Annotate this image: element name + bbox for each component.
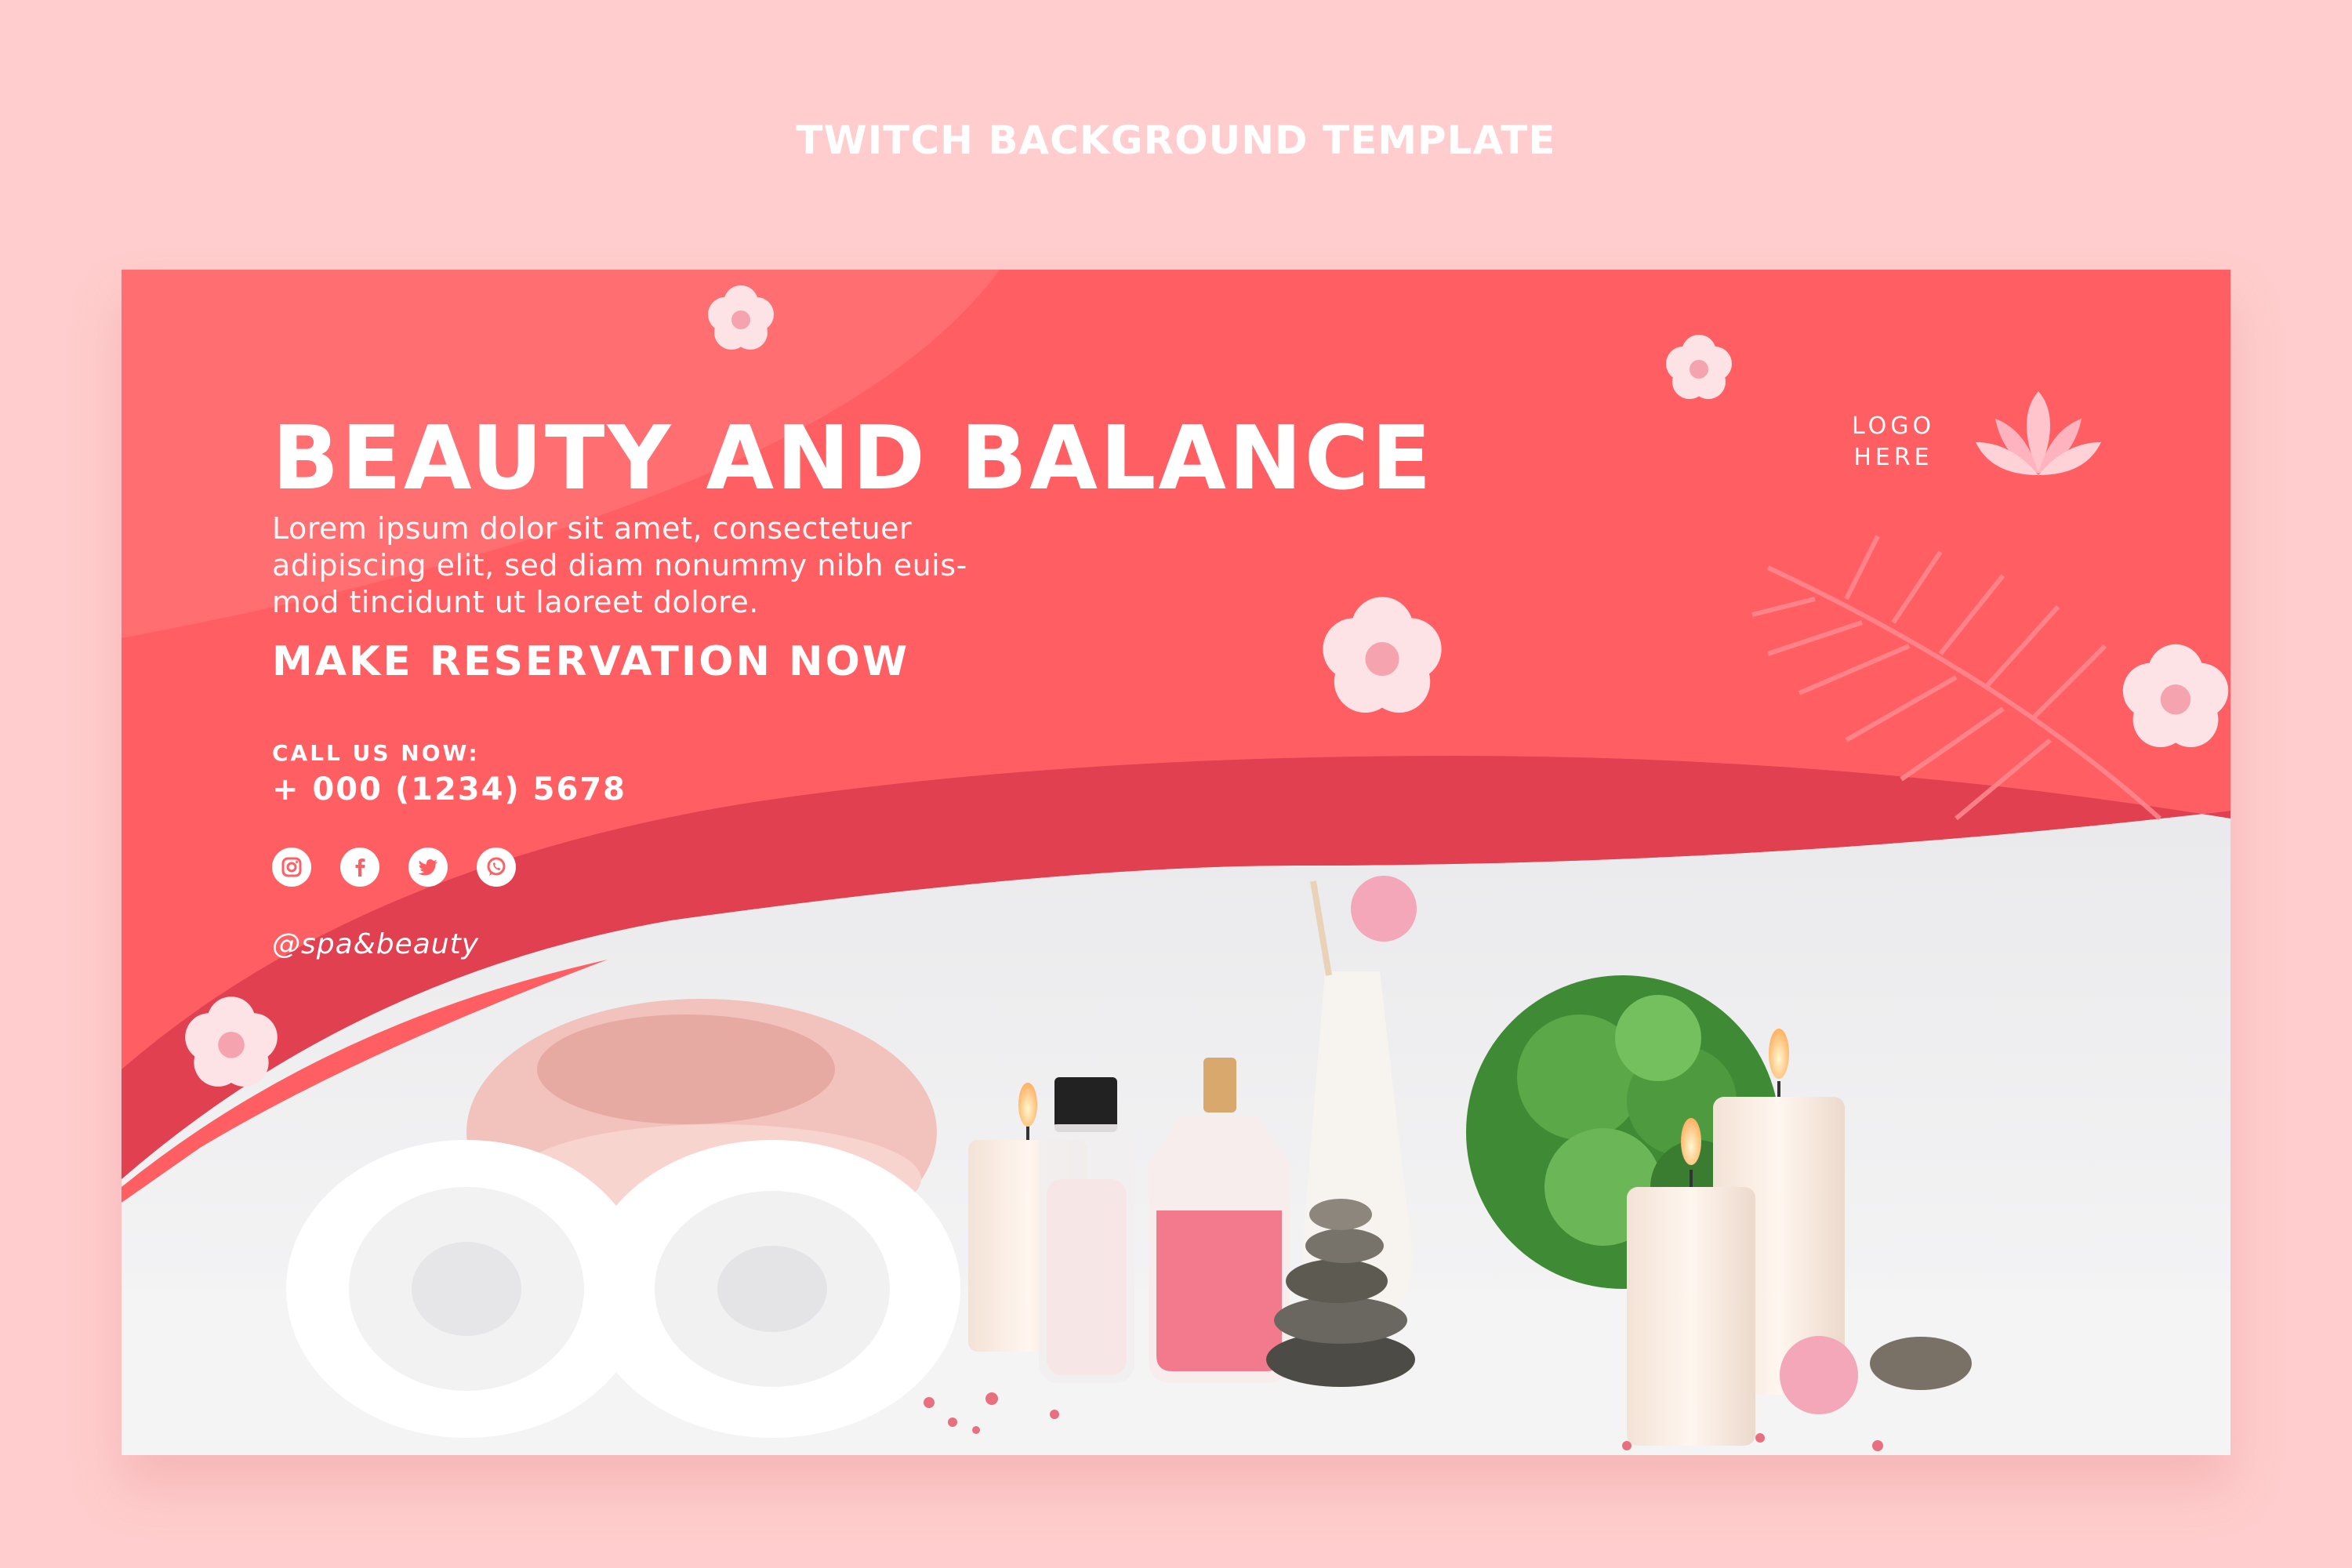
flower-icon [1666,335,1732,399]
twitter-icon[interactable] [408,848,448,887]
call-label: CALL US NOW: [272,740,480,766]
pink-ball [1780,1336,1858,1414]
twitch-banner: BEAUTY AND BALANCE Lorem ipsum dolor sit… [122,270,2230,1455]
lotus-icon [1976,391,2101,475]
logo-line: LOGO [1851,412,1936,440]
phone-number[interactable]: + 000 (1234) 5678 [272,771,626,808]
body-text-line: Lorem ipsum dolor sit amet, consectetuer [272,511,913,546]
flower-icon [2122,644,2229,747]
logo-line: HERE [1853,444,1933,471]
facebook-icon[interactable] [340,848,379,887]
instagram-icon[interactable] [272,848,311,887]
body-text-line: mod tincidunt ut laoreet dolore. [272,585,759,619]
whatsapp-icon[interactable] [477,848,516,887]
body-text-line: adipiscing elit, sed diam nonummy nibh e… [272,548,967,583]
reservation-cta[interactable]: MAKE RESERVATION NOW [272,638,909,685]
logo-placeholder: LOGO HERE [1846,411,1940,474]
social-handle[interactable]: @spa&beauty [272,928,479,960]
page-heading: TWITCH BACKGROUND TEMPLATE [796,118,1556,163]
flower-icon [1323,597,1442,713]
pebble [1870,1337,1972,1390]
banner-title: BEAUTY AND BALANCE [272,408,1434,510]
